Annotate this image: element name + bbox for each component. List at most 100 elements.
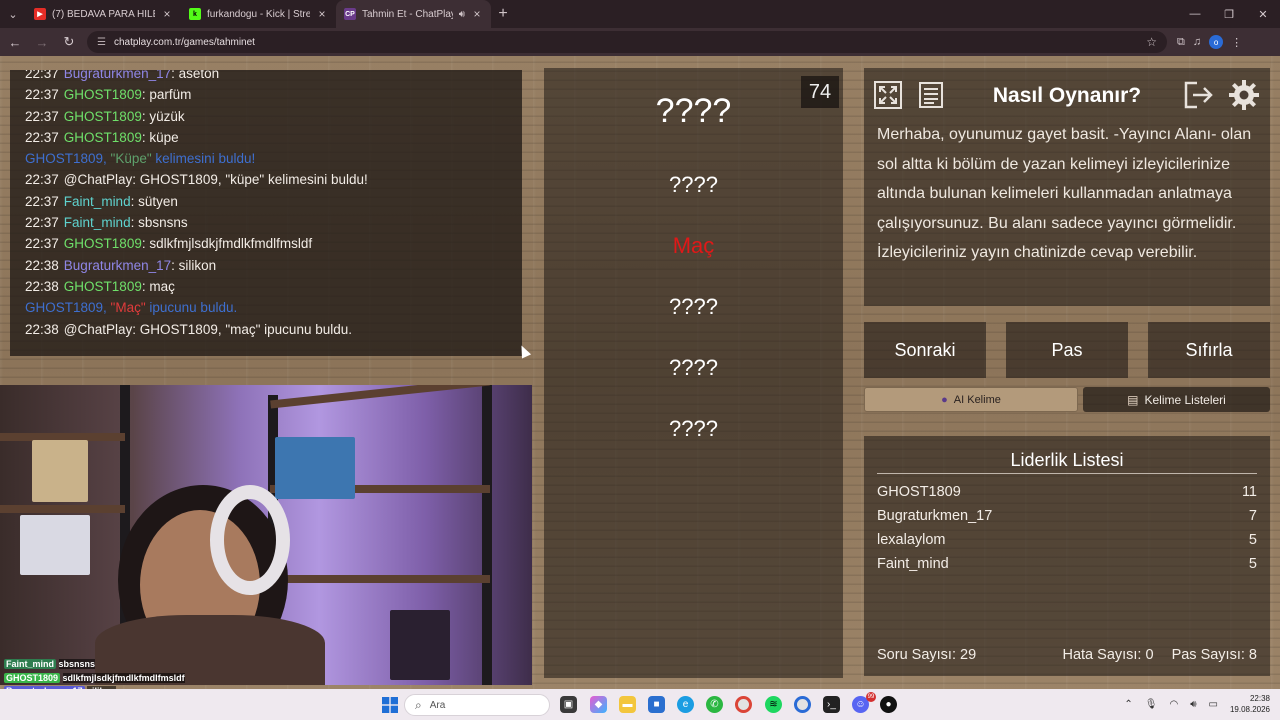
message-username[interactable]: GHOST1809 (64, 130, 142, 145)
word-lists-label: Kelime Listeleri (1144, 392, 1226, 407)
message-username[interactable]: @ChatPlay (64, 322, 132, 337)
message-username[interactable]: GHOST1809 (64, 279, 142, 294)
word-lists-button[interactable]: ▤ Kelime Listeleri (1083, 387, 1270, 412)
site-info-icon[interactable]: ☰ (97, 37, 106, 48)
chat-message: 22:37 GHOST1809: yüzük (25, 106, 507, 127)
battery-icon[interactable]: ▭ (1209, 699, 1218, 710)
store-icon[interactable]: ■ (648, 696, 665, 713)
close-icon[interactable]: × (471, 7, 483, 21)
close-window-icon[interactable]: ✕ (1246, 0, 1280, 28)
clock[interactable]: 22:38 19.08.2026 (1230, 693, 1270, 715)
how-to-play-panel: Nasıl Oynanır? Merhaba, oyunumuz gayet b… (864, 68, 1270, 306)
extensions-icon[interactable]: ⧉ (1177, 36, 1185, 49)
taskbar-search[interactable]: ⌕ Ara (404, 694, 550, 716)
chat-message: 22:38 Bugraturkmen_17: silikon (25, 255, 507, 276)
search-placeholder: Ara (429, 699, 446, 711)
volume-icon[interactable]: 🔊︎ (1190, 699, 1196, 710)
leaderboard-title: Liderlik Listesi (1010, 450, 1124, 470)
clock-date: 19.08.2026 (1229, 705, 1270, 714)
speaker-icon[interactable]: 🔊︎ (459, 9, 465, 20)
message-text: GHOST1809, "maç" ipucunu buldu. (139, 321, 352, 337)
message-username[interactable]: Bugraturkmen_17 (64, 258, 171, 273)
chrome-profile-icon[interactable] (794, 696, 811, 713)
overlay-username: GHOST1809 (4, 672, 61, 683)
message-text: sdlkfmjlsdkjfmdlkfmdlfmsldf (149, 236, 313, 252)
forward-arrow-icon[interactable]: → (30, 30, 54, 54)
help-text: Merhaba, oyunumuz gayet basit. -Yayıncı … (877, 126, 1252, 262)
message-username[interactable]: GHOST1809 (64, 109, 142, 124)
message-text: silikon (178, 257, 217, 273)
spotify-icon[interactable]: ≋ (765, 696, 782, 713)
message-time: 22:37 (25, 172, 59, 188)
restore-icon[interactable]: ❐ (1212, 0, 1246, 28)
close-icon[interactable]: × (316, 7, 328, 21)
chat-message: 22:37 GHOST1809: küpe (25, 127, 507, 148)
tab-search-chevron-icon[interactable]: ⌄ (0, 0, 26, 28)
close-icon[interactable]: × (161, 7, 173, 21)
tab-kick[interactable]: k furkandogu - Kick | StreamerSta × (181, 0, 336, 28)
address-bar[interactable]: ☰ chatplay.com.tr/games/tahminet ☆ (87, 31, 1167, 53)
bookmark-star-icon[interactable]: ☆ (1146, 35, 1157, 49)
message-username[interactable]: GHOST1809 (64, 87, 142, 102)
separator: : (171, 70, 179, 81)
ai-word-button[interactable]: ● AI Kelime (864, 387, 1078, 412)
overlay-chat-line: Faint_mind sbsnsns (0, 658, 240, 672)
toolbar-right: ⧉ ♫ o ⋮ (1177, 35, 1242, 49)
message-text: küpe (149, 129, 179, 145)
overlay-text: sbsnsns (58, 659, 96, 669)
chevron-up-icon[interactable]: ⌃ (1124, 699, 1132, 710)
message-text: yüzük (149, 108, 185, 124)
chrome-icon[interactable] (735, 696, 752, 713)
leaderboard-panel: Liderlik Listesi GHOST1809 11 Bugraturkm… (864, 436, 1270, 676)
minimize-icon[interactable]: — (1178, 0, 1212, 28)
tab-chatplay[interactable]: CP Tahmin Et - ChatPlay 🔊︎ × (336, 0, 491, 28)
system-text: kelimesini buldu! (151, 151, 256, 167)
whatsapp-icon[interactable]: ✆ (706, 696, 723, 713)
settings-gear-icon[interactable] (1227, 78, 1261, 112)
reset-button[interactable]: Sıfırla (1148, 322, 1270, 378)
exit-icon[interactable] (1182, 78, 1216, 112)
terminal-icon[interactable]: ›_ (823, 696, 840, 713)
overlay-username: Faint_mind (4, 659, 57, 669)
leaderboard-row: Bugraturkmen_17 7 (877, 508, 1257, 524)
found-word: "Maç" (110, 300, 146, 316)
tab-title: (7) BEDAVA PARA HİLESİ BULUP (52, 8, 155, 20)
product-box (390, 610, 450, 680)
media-icon[interactable]: ♫ (1193, 36, 1201, 48)
app-icon[interactable]: ● (880, 696, 897, 713)
back-arrow-icon[interactable]: ← (3, 30, 27, 54)
tab-youtube[interactable]: ▶ (7) BEDAVA PARA HİLESİ BULUP × (26, 0, 181, 28)
message-username[interactable]: GHOST1809 (64, 236, 142, 251)
separator: : (132, 321, 140, 337)
found-word: "Küpe" (110, 151, 152, 167)
separator: : (132, 172, 140, 188)
message-time: 22:37 (25, 193, 59, 209)
task-view-icon[interactable]: ▣ (560, 696, 577, 713)
message-username[interactable]: @ChatPlay (64, 172, 132, 187)
message-username[interactable]: Faint_mind (64, 194, 131, 209)
new-tab-button[interactable]: + (491, 5, 515, 23)
system-text: GHOST1809, (25, 151, 111, 167)
microphone-icon[interactable]: 🎙︎ (1145, 699, 1158, 710)
chat-message: 22:38 @ChatPlay: GHOST1809, "maç" ipucunu… (25, 319, 507, 340)
file-explorer-icon[interactable]: ▬ (619, 696, 636, 713)
windows-start-icon[interactable] (381, 696, 398, 713)
question-count: Soru Sayısı: 29 (877, 647, 977, 663)
copilot-icon[interactable]: ◆ (590, 696, 607, 713)
menu-dots-icon[interactable]: ⋮ (1231, 36, 1242, 49)
player-score: 11 (1241, 484, 1257, 500)
windows-taskbar: ⌕ Ara ▣ ◆ ▬ ■ e ✆ ≋ ›_ ☺ ● 99 ⌃ 🎙︎ ◠ 🔊︎ … (0, 689, 1280, 720)
next-button[interactable]: Sonraki (864, 322, 986, 378)
edge-icon[interactable]: e (677, 696, 694, 713)
wifi-icon[interactable]: ◠ (1169, 699, 1178, 710)
message-time: 22:37 (25, 87, 59, 103)
clue-word-found: Maç (672, 233, 715, 258)
profile-avatar[interactable]: o (1209, 35, 1224, 49)
reload-icon[interactable]: ↻ (57, 30, 81, 54)
leaderboard-row: lexalaylom 5 (877, 532, 1257, 548)
separator: : (130, 193, 139, 209)
pass-button[interactable]: Pas (1006, 322, 1128, 378)
message-time: 22:37 (25, 215, 59, 231)
message-username[interactable]: Faint_mind (64, 215, 131, 230)
message-username[interactable]: Bugraturkmen_17 (64, 70, 171, 81)
